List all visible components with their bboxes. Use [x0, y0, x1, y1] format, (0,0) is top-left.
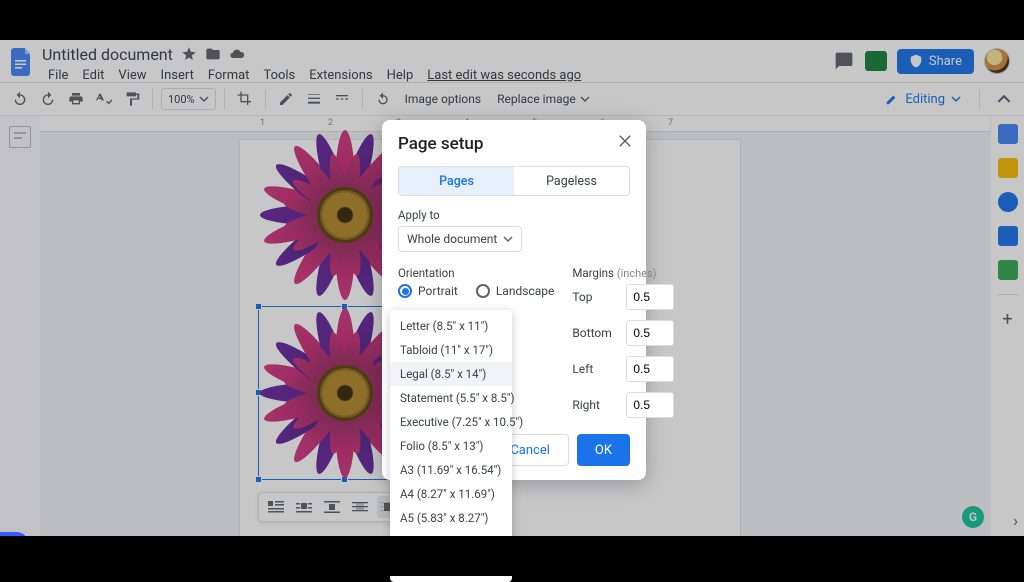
menu-tools[interactable]: Tools: [257, 65, 301, 86]
keep-icon[interactable]: [998, 158, 1018, 178]
maps-icon[interactable]: [998, 260, 1018, 280]
menu-edit[interactable]: Edit: [76, 65, 110, 86]
account-avatar[interactable]: [984, 48, 1010, 74]
mode-label: Editing: [905, 92, 945, 107]
paper-size-option[interactable]: Letter (8.5" x 11"): [390, 314, 512, 338]
header: Untitled document FileEditViewInsertForm…: [0, 40, 1024, 82]
margin-top-input[interactable]: [626, 284, 674, 310]
wrap-inline-icon[interactable]: [265, 496, 287, 518]
menubar: FileEditViewInsertFormatToolsExtensionsH…: [42, 65, 833, 86]
rotate-button[interactable]: [371, 87, 395, 111]
ruler-tick: 2: [328, 118, 333, 128]
star-icon[interactable]: [181, 46, 197, 62]
meet-icon[interactable]: [865, 50, 887, 72]
zoom-value: 100%: [168, 93, 195, 106]
selection-handle[interactable]: [255, 476, 262, 483]
letterbox-bottom: [0, 536, 1024, 576]
apply-to-select[interactable]: Whole document: [398, 226, 522, 252]
share-label: Share: [929, 54, 962, 69]
paper-size-option[interactable]: A5 (5.83" x 8.27"): [390, 506, 512, 530]
ok-button[interactable]: OK: [577, 434, 630, 466]
comment-history-icon[interactable]: [833, 50, 855, 72]
side-panel: +: [990, 116, 1024, 536]
contacts-icon[interactable]: [998, 226, 1018, 246]
paper-size-option[interactable]: A4 (8.27" x 11.69"): [390, 482, 512, 506]
cloud-status-icon[interactable]: [229, 46, 245, 62]
menu-file[interactable]: File: [42, 65, 74, 86]
share-button[interactable]: Share: [897, 49, 974, 74]
paper-size-option[interactable]: Tabloid (11" x 17"): [390, 338, 512, 362]
crop-button[interactable]: [233, 87, 257, 111]
tab-pageless[interactable]: Pageless: [514, 167, 629, 195]
mode-switch[interactable]: Editing: [879, 92, 967, 107]
apply-to-label: Apply to: [398, 208, 630, 222]
image-options-button[interactable]: Image options: [399, 87, 487, 111]
paper-size-option[interactable]: Folio (8.5" x 13"): [390, 434, 512, 458]
calendar-icon[interactable]: [998, 124, 1018, 144]
redo-button[interactable]: [36, 87, 60, 111]
border-weight-button[interactable]: [302, 87, 326, 111]
move-icon[interactable]: [205, 46, 221, 62]
left-tabstrip: [0, 116, 40, 536]
margin-left-input[interactable]: [626, 356, 674, 382]
margin-bottom-input[interactable]: [626, 320, 674, 346]
google-docs-app: Untitled document FileEditViewInsertForm…: [0, 40, 1024, 536]
menu-insert[interactable]: Insert: [155, 65, 200, 86]
ruler-tick: 7: [668, 118, 673, 128]
menu-view[interactable]: View: [112, 65, 152, 86]
orientation-label: Orientation: [398, 266, 554, 280]
margin-top-label: Top: [572, 290, 616, 304]
spellcheck-button[interactable]: [92, 87, 116, 111]
selection-handle[interactable]: [255, 303, 262, 310]
paper-size-option[interactable]: Executive (7.25" x 10.5"): [390, 410, 512, 434]
wrap-text-icon[interactable]: [293, 496, 315, 518]
toolbar: 100% Image options Replace image Editing: [0, 82, 1024, 116]
print-button[interactable]: [64, 87, 88, 111]
margin-left-label: Left: [572, 362, 616, 376]
tab-pages[interactable]: Pages: [399, 167, 514, 195]
paper-size-option[interactable]: A3 (11.69" x 16.54"): [390, 458, 512, 482]
ruler-tick: 1: [260, 118, 265, 128]
menu-help[interactable]: Help: [381, 65, 420, 86]
margins-label: Margins (inches): [572, 266, 674, 280]
addons-plus-icon[interactable]: +: [1002, 309, 1012, 330]
margin-right-label: Right: [572, 398, 616, 412]
collapse-toolbar-button[interactable]: [992, 87, 1016, 111]
paper-size-option[interactable]: Statement (5.5" x 8.5"): [390, 386, 512, 410]
orientation-landscape-radio[interactable]: Landscape: [476, 284, 555, 298]
last-edit-link[interactable]: Last edit was seconds ago: [421, 65, 587, 86]
tasks-icon[interactable]: [998, 192, 1018, 212]
page-mode-tabs: Pages Pageless: [398, 166, 630, 196]
margin-bottom-label: Bottom: [572, 326, 616, 340]
margin-right-input[interactable]: [626, 392, 674, 418]
wrap-break-icon[interactable]: [321, 496, 343, 518]
menu-format[interactable]: Format: [202, 65, 256, 86]
border-color-button[interactable]: [274, 87, 298, 111]
replace-image-button[interactable]: Replace image: [491, 87, 596, 111]
grammarly-icon[interactable]: G: [962, 506, 984, 528]
paint-format-button[interactable]: [120, 87, 144, 111]
dialog-title: Page setup: [398, 134, 630, 154]
undo-button[interactable]: [8, 87, 32, 111]
orientation-portrait-radio[interactable]: Portrait: [398, 284, 458, 298]
zoom-select[interactable]: 100%: [161, 88, 216, 110]
doc-title[interactable]: Untitled document: [42, 45, 173, 64]
paper-size-option[interactable]: Legal (8.5" x 14"): [390, 362, 512, 386]
menu-extensions[interactable]: Extensions: [303, 65, 378, 86]
wrap-behind-icon[interactable]: [349, 496, 371, 518]
border-dash-button[interactable]: [330, 87, 354, 111]
close-icon[interactable]: [616, 132, 634, 150]
letterbox-top: [0, 0, 1024, 40]
hide-sidepanel-icon[interactable]: ›: [1013, 511, 1018, 530]
outline-icon[interactable]: [9, 126, 31, 148]
docs-logo[interactable]: [8, 44, 36, 80]
